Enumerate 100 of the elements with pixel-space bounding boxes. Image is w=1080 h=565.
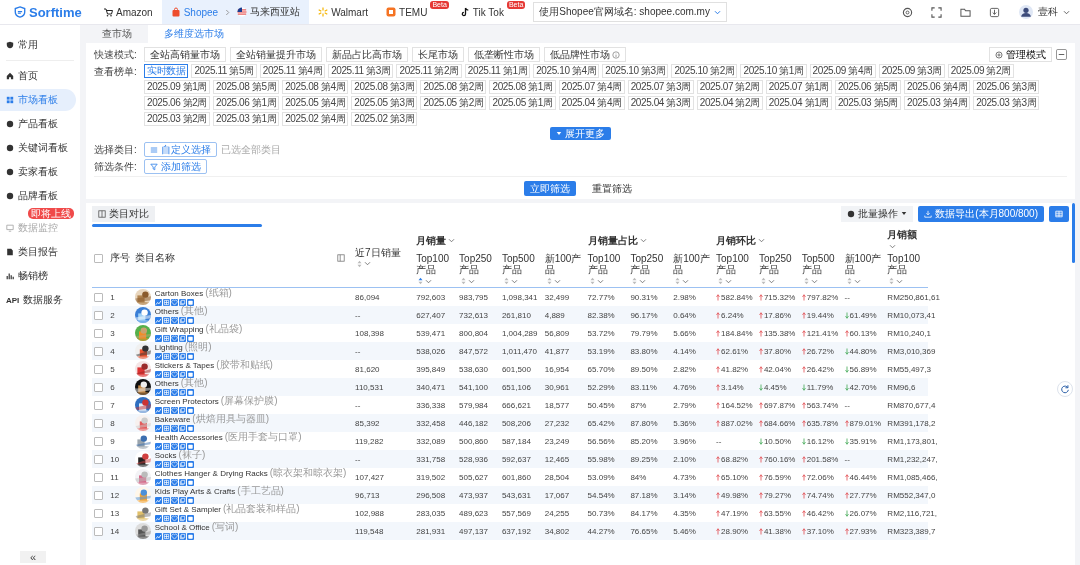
- heart-button[interactable]: [170, 461, 178, 468]
- download-icon[interactable]: [989, 6, 1000, 18]
- chevron-icon[interactable]: [553, 278, 561, 284]
- chart-button[interactable]: [154, 407, 162, 414]
- sidebar-item[interactable]: 关键词看板: [0, 137, 76, 159]
- chevron-icon[interactable]: [896, 278, 904, 284]
- grid-button[interactable]: [162, 461, 170, 468]
- heart-button[interactable]: [170, 335, 178, 342]
- collapse-button[interactable]: «: [20, 551, 46, 563]
- copy-button[interactable]: [178, 317, 186, 324]
- chevron-icon[interactable]: [364, 261, 372, 267]
- mode-button[interactable]: 低品牌性市场: [544, 47, 626, 62]
- period-tag[interactable]: 2025.03 第5周: [834, 96, 902, 110]
- checkbox[interactable]: [94, 526, 103, 536]
- checkbox[interactable]: [94, 508, 103, 518]
- period-tag[interactable]: 2025.09 第3周: [878, 64, 945, 78]
- box-button[interactable]: [186, 479, 194, 486]
- sort-icon[interactable]: [889, 277, 895, 286]
- checkbox[interactable]: [94, 292, 103, 302]
- heart-button[interactable]: [170, 299, 178, 306]
- copy-button[interactable]: [178, 371, 186, 378]
- checkbox[interactable]: [94, 253, 103, 263]
- grid-button[interactable]: [162, 515, 170, 522]
- user-name[interactable]: 壹科: [1038, 5, 1058, 19]
- period-tag[interactable]: 2025.07 第1周: [765, 80, 832, 94]
- copy-button[interactable]: [178, 497, 186, 504]
- sort-icon[interactable]: [546, 277, 552, 286]
- box-button[interactable]: [186, 371, 194, 378]
- sort-icon[interactable]: [846, 277, 852, 286]
- period-tag[interactable]: 2025.09 第4周: [809, 64, 876, 78]
- period-tag[interactable]: 2025.08 第4周: [282, 80, 349, 94]
- period-tag[interactable]: 2025.11 第1周: [464, 64, 531, 78]
- copy-button[interactable]: [178, 425, 186, 432]
- heart-button[interactable]: [170, 371, 178, 378]
- category-name[interactable]: Carton Boxes: [154, 289, 204, 299]
- category-name[interactable]: Socks: [154, 451, 177, 461]
- chevron-icon[interactable]: [853, 278, 861, 284]
- period-tag[interactable]: 2025.06 第1周: [213, 96, 280, 110]
- copy-button[interactable]: [178, 443, 186, 450]
- period-tag[interactable]: 2025.04 第4周: [558, 96, 625, 110]
- grid-button[interactable]: [162, 479, 170, 486]
- period-tag[interactable]: 2025.04 第3周: [627, 96, 694, 110]
- period-tag[interactable]: 2025.08 第3周: [351, 80, 418, 94]
- grid-button[interactable]: [162, 497, 170, 504]
- platform-tab[interactable]: Amazon: [94, 0, 162, 24]
- platform-tab[interactable]: Shopee 马来西亚站: [161, 0, 310, 24]
- checkbox[interactable]: [94, 418, 103, 428]
- grid-button[interactable]: [162, 371, 170, 378]
- period-tag[interactable]: 2025.08 第5周: [213, 80, 280, 94]
- box-button[interactable]: [186, 353, 194, 360]
- fullscreen-icon[interactable]: [931, 6, 942, 18]
- box-button[interactable]: [186, 533, 194, 540]
- chart-button[interactable]: [154, 479, 162, 486]
- sidebar-item[interactable]: 卖家看板: [0, 161, 76, 183]
- box-button[interactable]: [186, 515, 194, 522]
- period-tag[interactable]: 2025.07 第2周: [696, 80, 763, 94]
- period-tag[interactable]: 2025.03 第3周: [973, 96, 1040, 110]
- copy-button[interactable]: [178, 407, 186, 414]
- copy-button[interactable]: [178, 533, 186, 540]
- mode-button[interactable]: 全站销量提升市场: [230, 47, 322, 62]
- chart-button[interactable]: [154, 317, 162, 324]
- copy-button[interactable]: [178, 335, 186, 342]
- sidebar-item[interactable]: 品牌看板: [0, 185, 76, 207]
- heart-button[interactable]: [170, 407, 178, 414]
- period-tag[interactable]: 2025.02 第3周: [351, 112, 418, 126]
- chevron-icon[interactable]: [639, 238, 647, 244]
- expand-button[interactable]: 展开更多: [550, 127, 611, 140]
- heart-button[interactable]: [170, 425, 178, 432]
- chevron-icon[interactable]: [510, 278, 518, 284]
- chart-button[interactable]: [154, 497, 162, 504]
- period-tag[interactable]: 2025.04 第2周: [696, 96, 763, 110]
- period-tag[interactable]: 2025.07 第4周: [558, 80, 625, 94]
- copy-button[interactable]: [178, 353, 186, 360]
- heart-button[interactable]: [170, 497, 178, 504]
- domain-select[interactable]: 使用Shopee官网域名: shopee.com.my: [533, 2, 727, 22]
- box-button[interactable]: [186, 425, 194, 432]
- checkbox[interactable]: [94, 436, 103, 446]
- period-tag[interactable]: 2025.06 第5周: [834, 80, 902, 94]
- chevron-icon[interactable]: [468, 278, 476, 284]
- grid-button[interactable]: [162, 407, 170, 414]
- box-button[interactable]: [186, 317, 194, 324]
- grid-button[interactable]: [162, 299, 170, 306]
- grid-button[interactable]: [162, 389, 170, 396]
- category-name[interactable]: Gift Wrapping: [154, 325, 204, 335]
- period-tag[interactable]: 2025.11 第3周: [328, 64, 394, 78]
- period-tag[interactable]: 2025.03 第1周: [213, 112, 280, 126]
- copy-button[interactable]: [178, 389, 186, 396]
- copy-button[interactable]: [178, 479, 186, 486]
- box-button[interactable]: [186, 407, 194, 414]
- tab[interactable]: 查市场: [86, 25, 148, 43]
- heart-button[interactable]: [170, 515, 178, 522]
- period-tag[interactable]: 2025.05 第1周: [489, 96, 556, 110]
- columns-button[interactable]: [1049, 205, 1069, 222]
- grid-button[interactable]: [162, 353, 170, 360]
- chevron-icon[interactable]: [596, 278, 604, 284]
- grid-button[interactable]: [162, 335, 170, 342]
- checkbox[interactable]: [94, 490, 103, 500]
- chevron-icon[interactable]: [889, 243, 897, 249]
- sort-icon[interactable]: [675, 277, 681, 286]
- category-name[interactable]: School & Office: [154, 523, 210, 533]
